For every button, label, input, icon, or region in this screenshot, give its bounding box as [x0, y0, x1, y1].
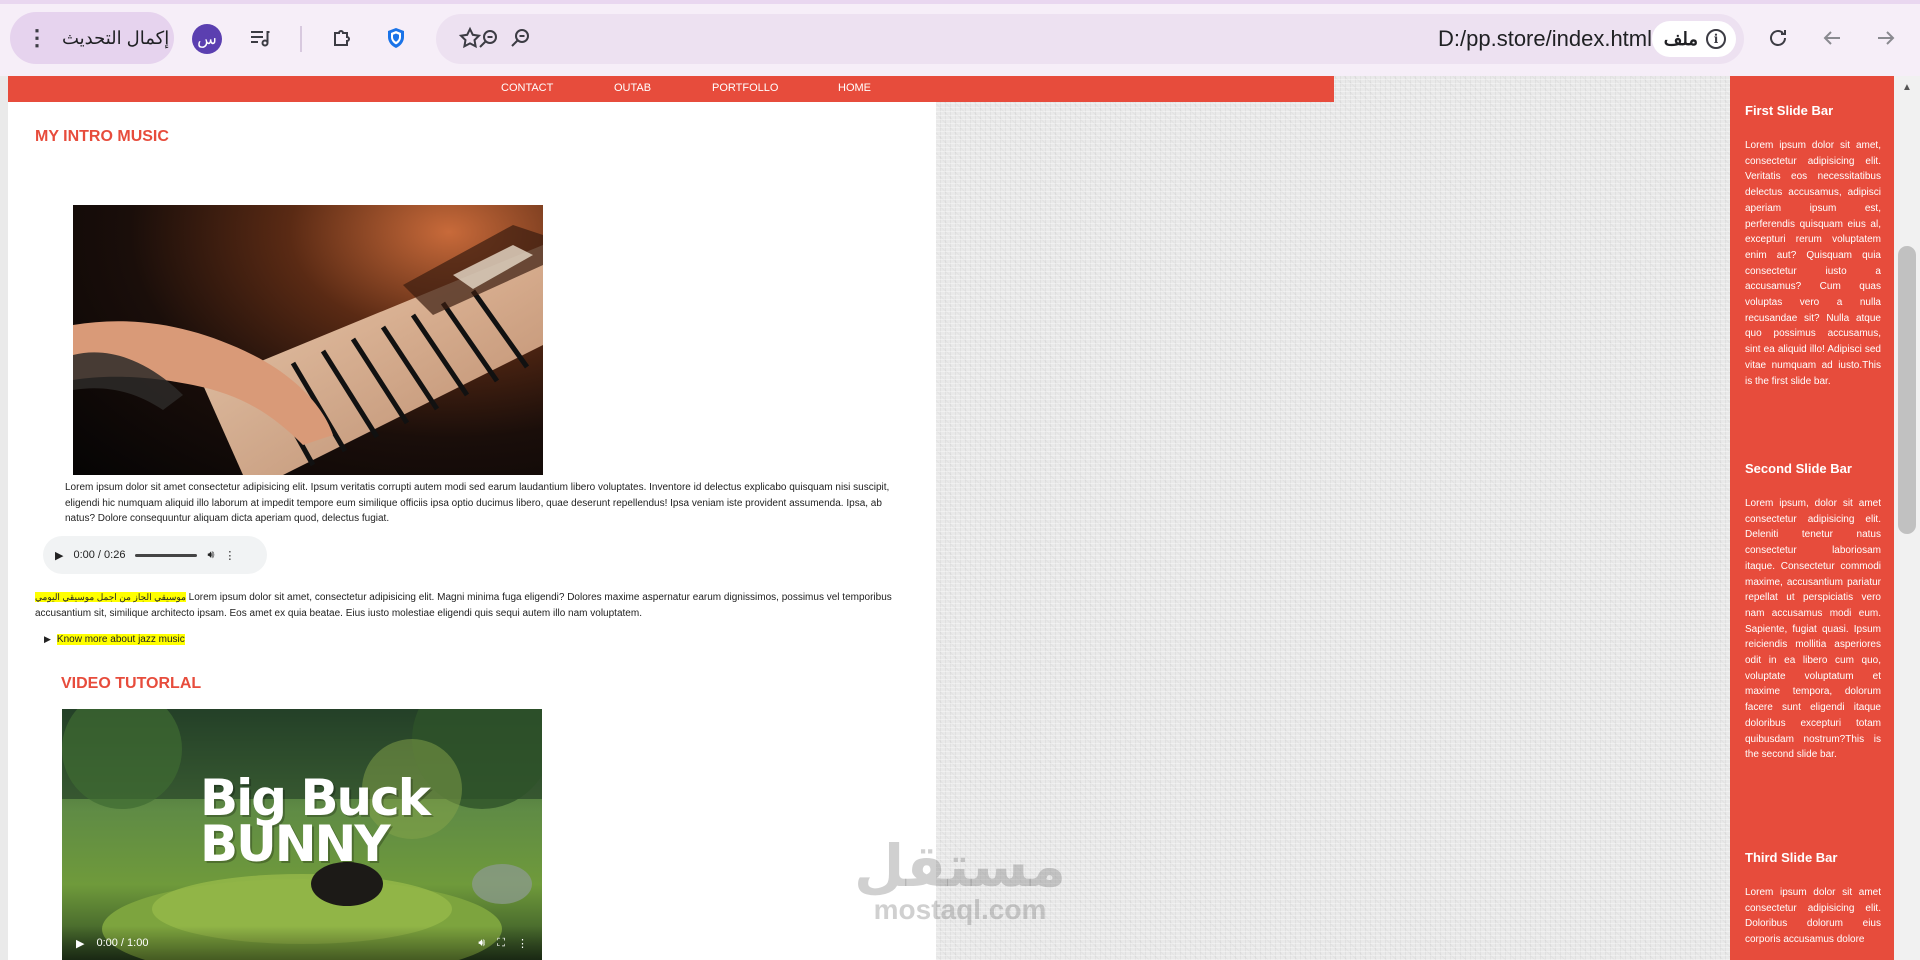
profile-avatar[interactable]: س: [192, 24, 222, 54]
bookmark-star-icon[interactable]: [452, 20, 488, 56]
more-menu-icon[interactable]: ⋮: [26, 27, 48, 49]
site-chip-label: ملف: [1663, 28, 1698, 49]
video-title-art: Big Buck BUNNY: [200, 773, 431, 873]
intro-music-title: MY INTRO MUSIC: [35, 128, 169, 145]
browser-toolbar: ⋮ إكمال التحديث س D:/pp.store/index.html…: [0, 0, 1920, 76]
arabic-highlight: موسيقي الجاز من اجمل موسيقي اليومي: [35, 592, 186, 602]
back-arrow-icon[interactable]: [1814, 20, 1850, 56]
media-controls-icon[interactable]: [242, 20, 278, 56]
search-zoom-icon[interactable]: [502, 20, 538, 56]
sidebar-text-2: Lorem ipsum, dolor sit amet consectetur …: [1745, 498, 1881, 761]
tab-strip-edge: [0, 0, 1920, 4]
video-tutorial-title: VIDEO TUTORLAL: [61, 675, 202, 692]
jazz-details[interactable]: ▶ Know more about jazz music: [44, 634, 185, 645]
video-play-icon[interactable]: ▶: [76, 937, 84, 950]
video-controls[interactable]: ▶ 0:00 / 1:00 🔊︎ ⛶ ⋮: [62, 926, 542, 960]
toolbar-divider: [300, 26, 302, 52]
sidebar-title-3: Third Slide Bar: [1745, 850, 1838, 865]
scroll-up-arrow-icon[interactable]: ▲: [1902, 82, 1912, 93]
url-text[interactable]: D:/pp.store/index.html: [1438, 26, 1652, 52]
page-viewport: MY INTRO MUSIC Lorem ipsum dolor sit ame…: [0, 76, 1920, 960]
disclosure-triangle-icon[interactable]: ▶: [44, 634, 51, 645]
nav-contact[interactable]: CONTACT: [501, 82, 553, 94]
info-icon: i: [1706, 29, 1726, 49]
shield-extension-icon[interactable]: [378, 20, 414, 56]
page-scrollbar[interactable]: ▲: [1894, 76, 1920, 960]
reload-icon[interactable]: [1760, 20, 1796, 56]
piano-image: [73, 205, 543, 475]
site-info-chip[interactable]: i ملف: [1651, 21, 1736, 57]
video-art-line-2: BUNNY: [200, 815, 391, 873]
jazz-details-summary[interactable]: Know more about jazz music: [56, 634, 185, 645]
audio-menu-icon[interactable]: ⋮: [224, 549, 235, 562]
sidebar-title-2: Second Slide Bar: [1745, 461, 1852, 476]
audio-time: 0:00 / 0:26: [73, 549, 126, 561]
mostaql-watermark: مستقل mostaql.com: [840, 836, 1080, 924]
scroll-thumb[interactable]: [1898, 246, 1916, 534]
address-bar[interactable]: D:/pp.store/index.html i ملف: [436, 14, 1744, 64]
play-icon[interactable]: ▶: [55, 549, 63, 562]
watermark-arabic: مستقل: [853, 832, 1067, 900]
update-label: إكمال التحديث: [62, 27, 170, 48]
video-menu-icon[interactable]: ⋮: [517, 937, 528, 950]
audio-progress-slider[interactable]: [135, 553, 198, 557]
nav-outab[interactable]: OUTAB: [614, 82, 651, 94]
extensions-puzzle-icon[interactable]: [324, 20, 360, 56]
sidebar-text-3: Lorem ipsum dolor sit amet consectetur a…: [1745, 887, 1881, 946]
watermark-latin: mostaql.com: [873, 894, 1047, 925]
intro-paragraph: Lorem ipsum dolor sit amet consectetur a…: [65, 482, 890, 524]
video-player[interactable]: Big Buck BUNNY ▶ 0:00 / 1:00 🔊︎ ⛶ ⋮: [62, 709, 542, 960]
page-left-edge: [0, 76, 8, 960]
update-button[interactable]: ⋮ إكمال التحديث: [10, 12, 174, 64]
volume-icon[interactable]: 🔊︎: [207, 549, 214, 562]
forward-arrow-icon[interactable]: [1868, 20, 1904, 56]
nav-portfolio[interactable]: PORTFOLLO: [712, 82, 778, 94]
audio-player[interactable]: ▶ 0:00 / 0:26 🔊︎ ⋮: [43, 536, 267, 574]
video-time: 0:00 / 1:00: [96, 937, 149, 949]
video-volume-icon[interactable]: 🔊︎: [478, 937, 485, 950]
top-nav: CONTACT OUTAB PORTFOLLO HOME: [8, 76, 1334, 102]
fullscreen-icon[interactable]: ⛶: [497, 937, 505, 950]
nav-home[interactable]: HOME: [838, 82, 871, 94]
intro-paragraph-2: موسيقي الجاز من اجمل موسيقي اليومي Lorem…: [35, 590, 920, 621]
sidebar-text-1: Lorem ipsum dolor sit amet, consectetur …: [1745, 140, 1881, 387]
sidebar: First Slide Bar Lorem ipsum dolor sit am…: [1730, 76, 1894, 960]
sidebar-title-1: First Slide Bar: [1745, 103, 1834, 118]
